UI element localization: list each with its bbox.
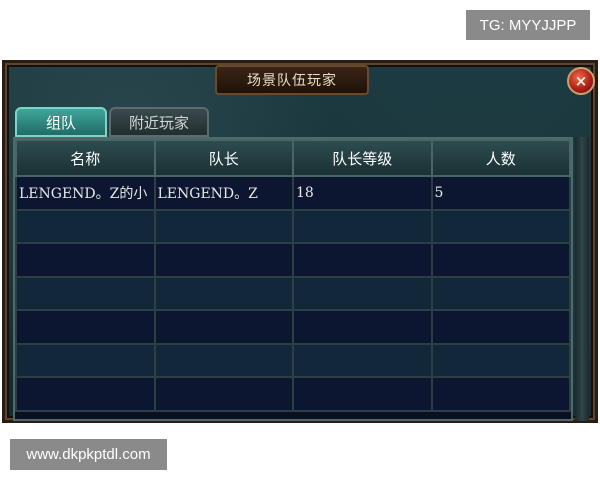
table-row[interactable] [15,376,571,412]
watermark-url: www.dkpkptdl.com [10,439,167,470]
cell-team-name [15,342,156,378]
column-header-name[interactable]: 名称 [15,139,156,177]
scene-team-window: 场景队伍玩家 × 组队 附近玩家 名称 队长 队长等级 人数 LENGEND。Z… [2,60,598,423]
cell-leader-level [292,242,433,278]
table-row[interactable] [15,342,571,378]
cell-leader-level: 18 [292,175,433,211]
table-row[interactable] [15,208,571,244]
table-row[interactable] [15,242,571,278]
cell-leader [153,376,294,412]
cell-leader [153,342,294,378]
cell-team-name [15,309,156,345]
cell-member-count [430,376,571,412]
column-header-leader[interactable]: 队长 [153,139,294,177]
cell-member-count [430,309,571,345]
cell-team-name [15,376,156,412]
window-title: 场景队伍玩家 [215,65,369,95]
cell-leader [153,242,294,278]
team-list-table: 名称 队长 队长等级 人数 LENGEND。Z的小 LENGEND。Z 18 5 [13,137,573,421]
column-header-leader-level[interactable]: 队长等级 [292,139,433,177]
watermark-tg: TG: MYYJJPP [466,10,590,40]
cell-leader-level [292,376,433,412]
cell-member-count [430,275,571,311]
table-row[interactable] [15,275,571,311]
cell-member-count [430,242,571,278]
window-side-ornament [575,137,589,421]
cell-leader: LENGEND。Z [153,175,294,211]
column-header-member-count[interactable]: 人数 [430,139,571,177]
table-row[interactable] [15,309,571,345]
close-icon: × [574,72,588,90]
tab-team-label: 组队 [45,113,76,132]
table-row[interactable]: LENGEND。Z的小 LENGEND。Z 18 5 [15,175,571,211]
table-header-row: 名称 队长 队长等级 人数 [15,139,571,177]
cell-leader-level [292,342,433,378]
cell-member-count: 5 [430,175,571,211]
close-button[interactable]: × [567,67,595,95]
cell-leader-level [292,208,433,244]
cell-team-name [15,275,156,311]
cell-leader [153,309,294,345]
cell-member-count [430,342,571,378]
tab-nearby-label: 附近玩家 [128,113,189,132]
cell-leader-level [292,275,433,311]
cell-leader [153,275,294,311]
tab-nearby-players[interactable]: 附近玩家 [109,107,209,137]
cell-team-name [15,208,156,244]
cell-leader [153,208,294,244]
tab-team[interactable]: 组队 [15,107,107,137]
cell-team-name: LENGEND。Z的小 [15,175,156,211]
cell-member-count [430,208,571,244]
cell-leader-level [292,309,433,345]
cell-team-name [15,242,156,278]
